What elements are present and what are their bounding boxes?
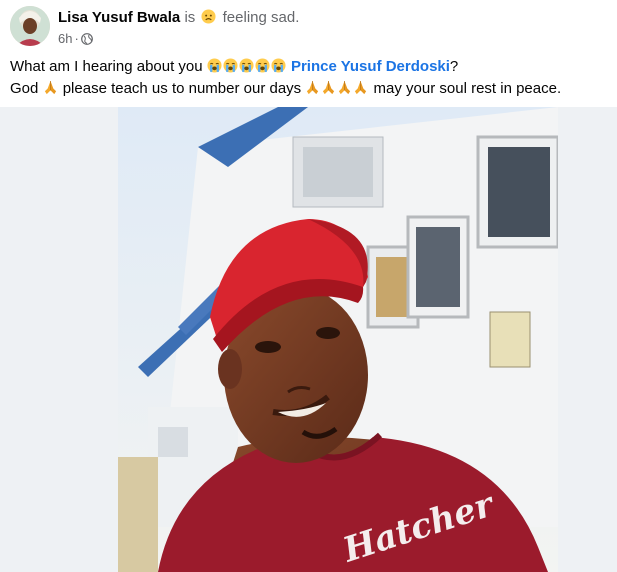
folded-hands-icon bbox=[323, 80, 335, 95]
author-line: Lisa Yusuf Bwala is feeling sad. bbox=[58, 9, 299, 26]
loudly-crying-face-icon bbox=[207, 58, 222, 73]
post-body: What am I hearing about you Prince Yusuf… bbox=[10, 56, 610, 100]
is-word: is bbox=[184, 9, 196, 26]
globe-icon[interactable] bbox=[80, 33, 93, 45]
photo-container: Hatcher bbox=[0, 107, 617, 572]
loudly-crying-face-icon bbox=[239, 58, 254, 73]
crying-emojis bbox=[207, 58, 287, 75]
line2-end: may your soul rest in peace. bbox=[373, 80, 562, 97]
meta-separator: · bbox=[74, 31, 79, 46]
post-header: Lisa Yusuf Bwala is feeling sad. 6h · bbox=[10, 6, 610, 48]
loudly-crying-face-icon bbox=[271, 58, 286, 73]
loudly-crying-face-icon bbox=[255, 58, 270, 73]
post-line-1: What am I hearing about you Prince Yusuf… bbox=[10, 56, 610, 78]
line1-text: What am I hearing about you bbox=[10, 58, 203, 75]
folded-hands-icon bbox=[44, 80, 56, 95]
author-name[interactable]: Lisa Yusuf Bwala bbox=[58, 9, 180, 26]
folded-hands-icon bbox=[307, 80, 319, 95]
post-photo[interactable]: Hatcher bbox=[118, 107, 558, 572]
mention-link[interactable]: Prince Yusuf Derdoski bbox=[291, 58, 450, 75]
line1-end: ? bbox=[449, 58, 459, 75]
folded-hands-icon bbox=[339, 80, 351, 95]
author-avatar[interactable] bbox=[10, 6, 50, 46]
line2-middle: please teach us to number our days bbox=[62, 80, 302, 97]
sad-face-emoji-icon bbox=[201, 9, 216, 24]
pray-emoji-group-1 bbox=[43, 80, 59, 97]
loudly-crying-face-icon bbox=[223, 58, 238, 73]
pray-emoji-group-2 bbox=[305, 80, 369, 97]
post-line-2: God please teach us to number our days m… bbox=[10, 78, 610, 100]
feeling-text[interactable]: feeling sad. bbox=[223, 9, 300, 26]
line2-start: God bbox=[10, 80, 39, 97]
post-meta: 6h · bbox=[58, 31, 93, 46]
post-time[interactable]: 6h bbox=[58, 31, 72, 46]
folded-hands-icon bbox=[355, 80, 367, 95]
